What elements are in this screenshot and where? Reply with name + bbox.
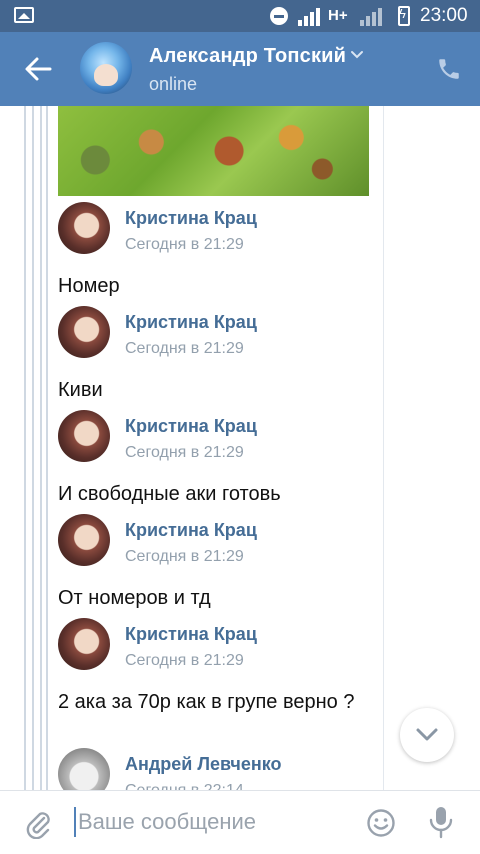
status-bar: H+ 23:00 <box>0 0 480 32</box>
thread-guide <box>24 106 26 790</box>
message-input[interactable] <box>76 805 358 839</box>
message-author[interactable]: Андрей Левченко <box>125 754 282 775</box>
scroll-down-icon <box>416 728 438 741</box>
scroll-down-button[interactable] <box>400 708 454 762</box>
message-text: Киви <box>58 379 103 401</box>
contact-status: online <box>149 74 198 94</box>
avatar[interactable] <box>58 410 110 462</box>
gallery-icon <box>14 7 34 23</box>
message-time: Сегодня в 21:29 <box>125 340 244 357</box>
chat-title[interactable]: Александр Топский <box>149 45 346 68</box>
signal-icon <box>298 8 324 26</box>
thread-guide <box>40 106 42 790</box>
avatar[interactable] <box>58 618 110 670</box>
message-text: От номеров и тд <box>58 587 211 609</box>
avatar[interactable] <box>58 514 110 566</box>
microphone-icon[interactable] <box>428 805 454 839</box>
attachment-image[interactable] <box>58 106 369 196</box>
battery-icon <box>398 6 410 26</box>
paperclip-icon[interactable] <box>24 809 52 839</box>
contact-avatar[interactable] <box>80 42 132 94</box>
message-author[interactable]: Кристина Крац <box>125 624 257 645</box>
thread-guide <box>32 106 34 790</box>
chevron-down-icon[interactable] <box>350 50 364 60</box>
avatar[interactable] <box>58 202 110 254</box>
avatar[interactable] <box>58 748 110 790</box>
message-text: 2 ака за 70р как в групе верно ? <box>58 691 355 713</box>
message-time: Сегодня в 21:29 <box>125 548 244 565</box>
status-clock: 23:00 <box>420 5 468 26</box>
avatar[interactable] <box>58 306 110 358</box>
message-text: И свободные аки готовь <box>58 483 281 505</box>
message-author[interactable]: Кристина Крац <box>125 312 257 333</box>
signal-icon <box>360 8 386 26</box>
message-author[interactable]: Кристина Крац <box>125 208 257 229</box>
forward-frame <box>383 106 384 790</box>
message-author[interactable]: Кристина Крац <box>125 520 257 541</box>
dnd-icon <box>270 7 288 25</box>
message-thread[interactable]: Кристина Крац Сегодня в 21:29 Номер Крис… <box>0 106 480 790</box>
network-type: H+ <box>328 7 348 24</box>
message-time: Сегодня в 21:29 <box>125 652 244 669</box>
message-time: Сегодня в 21:29 <box>125 444 244 461</box>
message-text: Номер <box>58 275 120 297</box>
chat-header: Александр Топский online <box>0 32 480 106</box>
thread-guide <box>46 106 48 790</box>
message-composer <box>0 790 480 854</box>
phone-icon[interactable] <box>436 56 462 82</box>
back-arrow-icon[interactable] <box>24 56 52 82</box>
message-time: Сегодня в 21:29 <box>125 236 244 253</box>
message-time: Сегодня в 22:14 <box>125 782 244 790</box>
emoji-icon[interactable] <box>366 808 396 838</box>
message-author[interactable]: Кристина Крац <box>125 416 257 437</box>
